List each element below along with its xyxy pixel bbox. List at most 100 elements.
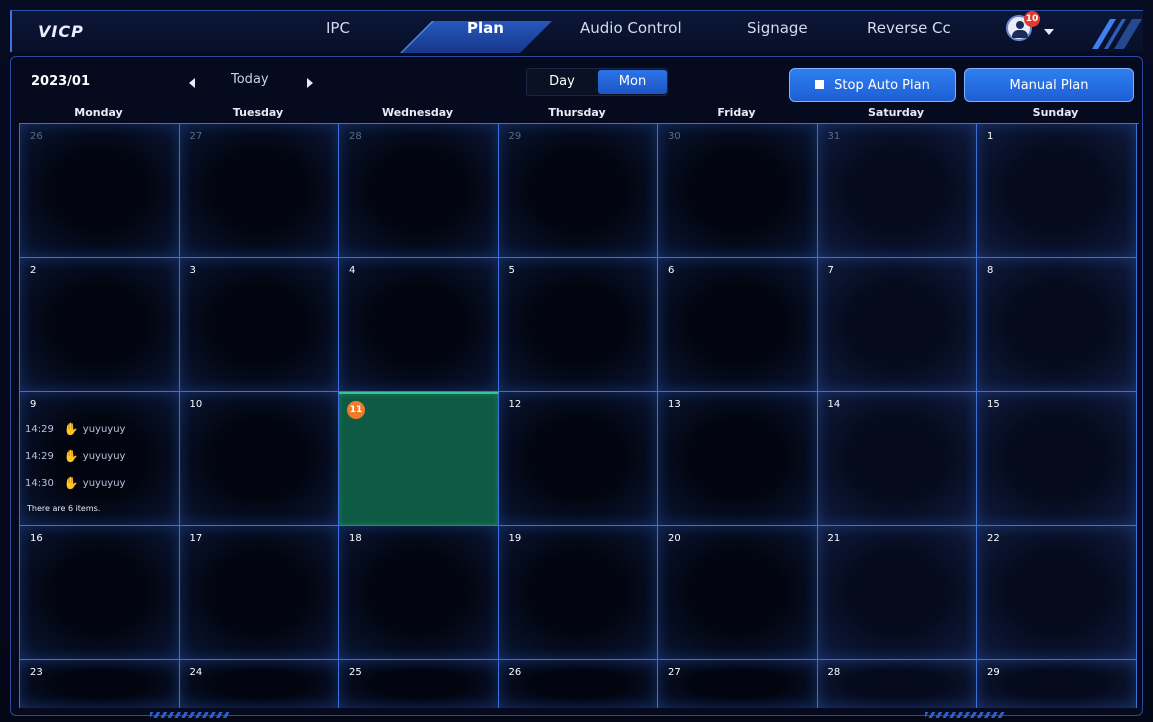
manual-hand-icon: ✋ (63, 422, 79, 436)
day-cell[interactable]: 26 (20, 124, 180, 258)
weekday-label: Saturday (868, 106, 924, 119)
day-cell[interactable]: 9 14:29 ✋ yuyuyuy 14:29 ✋ yuyuyuy 14:30 ✋ yuyuyuy… (20, 392, 180, 526)
more-items-text[interactable]: There are 6 items. (27, 504, 100, 513)
day-cell[interactable]: 1 (977, 124, 1137, 258)
day-cell[interactable]: 4 (339, 258, 499, 392)
day-cell[interactable]: 17 (179, 526, 339, 660)
day-cell[interactable]: 2 (20, 258, 180, 392)
day-cell[interactable]: 11 (339, 392, 499, 526)
day-number: 12 (508, 399, 522, 410)
event-time: 14:29 (25, 451, 54, 462)
day-cell[interactable]: 20 (658, 526, 818, 660)
day-number: 6 (668, 265, 675, 276)
app-window: VICP IPC Plan Audio Control Signage Reve… (0, 0, 1153, 722)
day-cell[interactable]: 29 (977, 660, 1137, 708)
weekday-label: Wednesday (381, 106, 454, 119)
month-label: 2023/01 (31, 74, 91, 89)
day-cell[interactable]: 10 (179, 392, 339, 526)
tab-signage[interactable]: Signage (747, 19, 808, 37)
day-number: 31 (827, 131, 841, 142)
stop-icon (815, 80, 825, 89)
day-number: 30 (668, 131, 681, 142)
day-number: 24 (189, 667, 203, 678)
day-cell[interactable]: 13 (658, 392, 818, 526)
day-cell[interactable]: 28 (339, 124, 499, 258)
day-number: 15 (987, 399, 1000, 410)
day-cell[interactable]: 3 (179, 258, 339, 392)
view-switch: Day Mon (526, 68, 668, 96)
view-day-button[interactable]: Day (527, 69, 597, 95)
day-cell[interactable]: 18 (339, 526, 499, 660)
day-cell[interactable]: 15 (977, 392, 1137, 526)
tab-audio-control[interactable]: Audio Control (580, 19, 682, 37)
day-number: 3 (189, 265, 196, 276)
day-cell[interactable]: 22 (977, 526, 1137, 660)
next-month-icon[interactable] (307, 78, 313, 88)
weekday-label: Monday (74, 106, 123, 119)
day-cell[interactable]: 27 (658, 660, 818, 708)
day-cell[interactable]: 29 (498, 124, 658, 258)
top-nav-bar: VICP IPC Plan Audio Control Signage Reve… (10, 10, 1143, 53)
manual-plan-button[interactable]: Manual Plan (964, 68, 1134, 102)
day-cell[interactable]: 16 (20, 526, 180, 660)
prev-month-icon[interactable] (189, 78, 195, 88)
day-number: 4 (349, 265, 356, 276)
day-cell[interactable]: 8 (977, 258, 1137, 392)
tab-reverse-cc[interactable]: Reverse Cc (867, 19, 951, 37)
today-day-number: 11 (347, 401, 365, 419)
plan-event[interactable]: 14:30 ✋ yuyuyuy (25, 476, 125, 490)
day-number: 14 (827, 399, 841, 410)
day-cell[interactable]: 25 (339, 660, 499, 708)
day-number: 22 (987, 533, 1000, 544)
weekday-header: Monday Tuesday Wednesday Thursday Friday Satu… (19, 106, 1139, 122)
day-cell[interactable]: 27 (179, 124, 339, 258)
day-number: 2 (30, 265, 37, 276)
day-cell[interactable]: 14 (817, 392, 977, 526)
day-number: 1 (987, 131, 994, 142)
app-logo: VICP (38, 22, 84, 41)
day-cell[interactable]: 28 (817, 660, 977, 708)
day-number: 26 (30, 131, 43, 142)
tab-ipc[interactable]: IPC (326, 19, 350, 37)
day-number: 19 (508, 533, 522, 544)
day-cell[interactable]: 30 (658, 124, 818, 258)
today-button[interactable]: Today (231, 72, 269, 87)
event-name: yuyuyuy (82, 478, 126, 489)
day-cell[interactable]: 5 (498, 258, 658, 392)
day-cell[interactable]: 19 (498, 526, 658, 660)
weekday-label: Tuesday (232, 106, 284, 119)
day-number: 16 (30, 533, 43, 544)
day-cell[interactable]: 7 (817, 258, 977, 392)
day-cell[interactable]: 24 (179, 660, 339, 708)
event-name: yuyuyuy (82, 451, 126, 462)
day-number: 5 (508, 265, 515, 276)
stop-auto-plan-button[interactable]: Stop Auto Plan (789, 68, 956, 102)
day-number: 28 (827, 667, 841, 678)
chevron-down-icon[interactable] (1044, 29, 1054, 35)
day-number: 28 (349, 131, 362, 142)
stop-auto-plan-label: Stop Auto Plan (834, 78, 930, 93)
plan-event[interactable]: 14:29 ✋ yuyuyuy (25, 422, 125, 436)
day-cell[interactable]: 12 (498, 392, 658, 526)
day-number: 25 (349, 667, 362, 678)
decorative-stripe (925, 712, 1005, 718)
day-cell[interactable]: 23 (20, 660, 180, 708)
tab-plan[interactable]: Plan (467, 19, 504, 37)
month-grid: 26 27 28 29 30 31 1 2 3 4 5 6 7 8 9 14:29 ✋ yuyuyuy 14:29 ✋… (19, 123, 1139, 708)
view-month-button[interactable]: Mon (598, 70, 667, 94)
plan-event[interactable]: 14:29 ✋ yuyuyuy (25, 449, 125, 463)
day-cell[interactable]: 6 (658, 258, 818, 392)
manual-hand-icon: ✋ (63, 449, 79, 463)
day-number: 7 (827, 265, 834, 276)
day-cell[interactable]: 21 (817, 526, 977, 660)
day-number: 17 (189, 533, 203, 544)
day-number: 29 (987, 667, 1000, 678)
day-cell[interactable]: 26 (498, 660, 658, 708)
day-number: 18 (349, 533, 362, 544)
day-number: 29 (508, 131, 522, 142)
day-number: 27 (668, 667, 681, 678)
event-time: 14:29 (25, 424, 54, 435)
day-cell[interactable]: 31 (817, 124, 977, 258)
day-number: 21 (827, 533, 841, 544)
calendar-panel: 2023/01 Today Day Mon Stop Auto Plan Man… (10, 56, 1143, 716)
